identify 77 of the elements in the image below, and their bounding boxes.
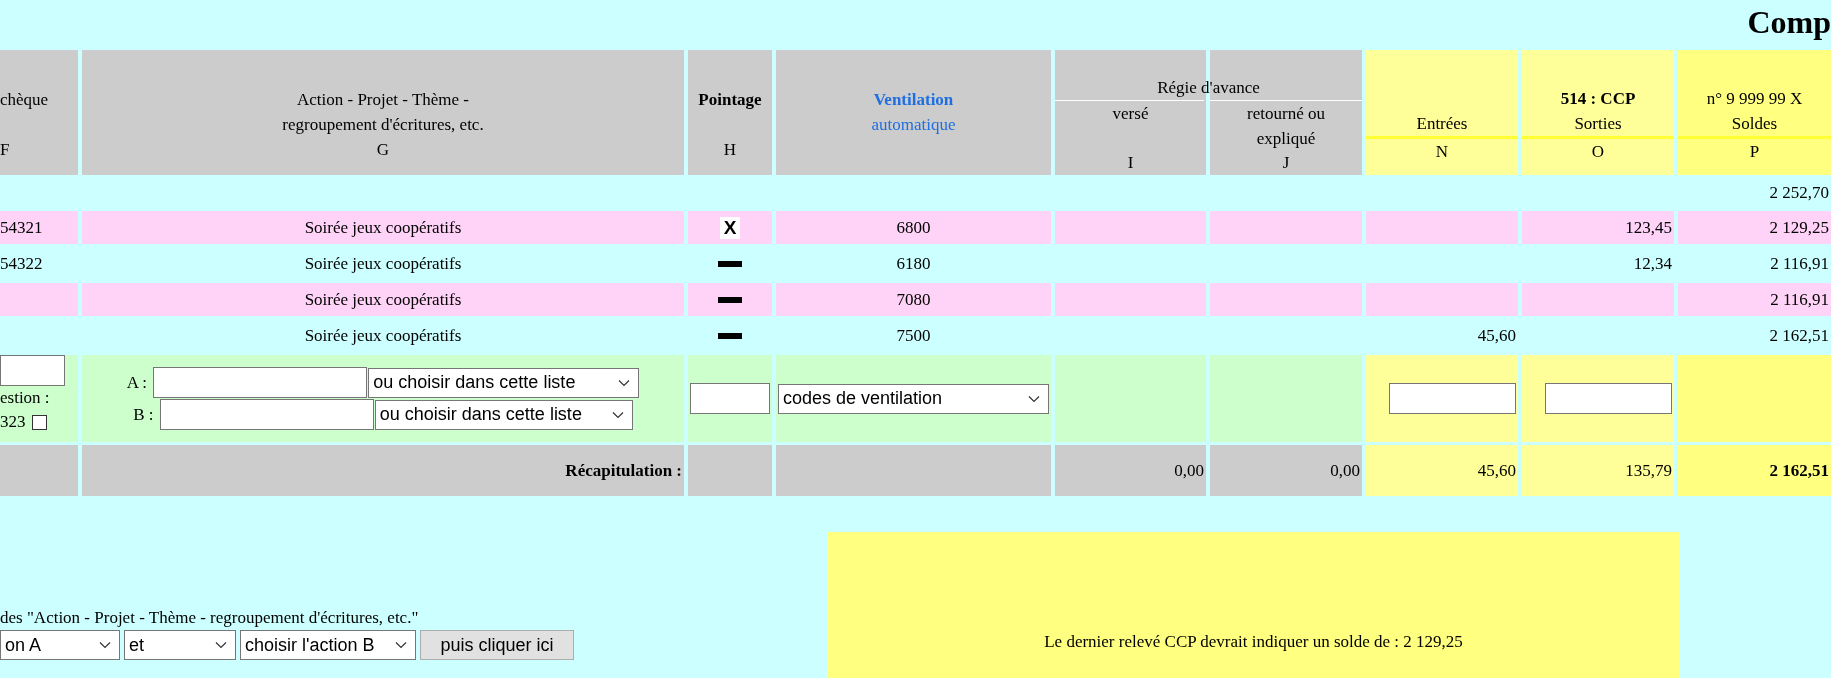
dropdown[interactable]: choisir l'action B bbox=[240, 630, 416, 660]
notice-text: Le dernier relevé CCP devrait indiquer un solde de : 2 129,25 bbox=[1044, 632, 1463, 652]
chevron-down-icon bbox=[215, 641, 227, 649]
dropdown[interactable]: ou choisir dans cette liste bbox=[368, 367, 640, 398]
input-field[interactable] bbox=[153, 367, 368, 398]
summary-label: Récapitulation : bbox=[82, 445, 684, 496]
submit-button[interactable]: puis cliquer ici bbox=[420, 630, 574, 660]
table-cell-text: Soirée jeux coopératifs bbox=[303, 324, 463, 347]
table-cell-text: Soirée jeux coopératifs bbox=[303, 252, 463, 275]
summary-cell: 45,60 bbox=[1366, 445, 1518, 496]
input-field[interactable] bbox=[690, 383, 770, 414]
column-header: regroupement d'écritures, etc. bbox=[282, 114, 484, 136]
column-header: Action - Projet - Thème - bbox=[297, 89, 469, 111]
column-letter: J bbox=[1282, 152, 1290, 174]
column-subheader: retourné ou expliqué bbox=[1246, 103, 1326, 150]
input-field[interactable] bbox=[0, 355, 65, 386]
column-subheader: versé bbox=[1112, 103, 1149, 125]
table-cell: 123,45 bbox=[1522, 211, 1674, 244]
table-cell: 54321 bbox=[0, 211, 78, 244]
column-subheader: Soldes bbox=[1730, 113, 1779, 135]
column-subheader: Entrées bbox=[1415, 113, 1469, 135]
column-subheader: Sorties bbox=[1573, 113, 1623, 135]
summary-cell: 0,00 bbox=[1210, 445, 1362, 496]
input-field[interactable] bbox=[1389, 383, 1516, 414]
table-cell-text: 2 162,51 bbox=[1768, 324, 1830, 347]
checkbox[interactable] bbox=[31, 414, 47, 430]
chevron-down-icon bbox=[99, 641, 111, 649]
summary-cell: 135,79 bbox=[1522, 445, 1674, 496]
table-cell-text: 54322 bbox=[0, 252, 44, 275]
input-field[interactable] bbox=[1545, 383, 1672, 414]
table-cell-text: 2 116,91 bbox=[1769, 252, 1830, 275]
table-cell-text: 45,60 bbox=[1476, 324, 1517, 347]
column-letter: H bbox=[723, 139, 737, 161]
table-cell: 6800 bbox=[776, 211, 1051, 244]
column-header: Ventilation bbox=[873, 89, 954, 111]
column-letter: I bbox=[1127, 152, 1134, 174]
table-cell-text: 2 252,70 bbox=[1768, 182, 1830, 204]
chevron-down-icon bbox=[618, 378, 631, 387]
dropdown[interactable]: et bbox=[124, 630, 236, 660]
table-cell-text: 6180 bbox=[895, 252, 932, 275]
column-header: chèque bbox=[0, 89, 49, 111]
chevron-down-icon bbox=[611, 410, 624, 419]
account-code: 514 : CCP bbox=[1559, 88, 1637, 110]
page-title: Comp bbox=[1747, 3, 1831, 42]
dash-mark bbox=[718, 332, 742, 339]
dropdown[interactable]: codes de ventilation bbox=[778, 383, 1049, 414]
table-cell-text: 12,34 bbox=[1632, 252, 1673, 275]
summary-cell: 2 162,51 bbox=[1678, 445, 1831, 496]
column-header: Régie d'avance bbox=[1156, 77, 1261, 99]
chevron-down-icon bbox=[395, 641, 407, 649]
field-label: 323 bbox=[0, 411, 26, 433]
column-letter: F bbox=[0, 139, 10, 161]
column-letter: G bbox=[376, 139, 390, 161]
field-label: estion : bbox=[0, 387, 50, 409]
table-cell: 2 116,91 bbox=[1678, 283, 1831, 316]
dash-mark bbox=[718, 296, 742, 303]
table-cell: Soirée jeux coopératifs bbox=[82, 283, 684, 316]
filter-instruction: des "Action - Projet - Thème - regroupement d'écritures, etc." bbox=[0, 608, 420, 628]
column-header: Pointage bbox=[698, 89, 762, 111]
dash-mark bbox=[718, 260, 742, 267]
table-cell-text: 7500 bbox=[895, 324, 932, 347]
dropdown[interactable]: ou choisir dans cette liste bbox=[374, 399, 633, 430]
chevron-down-icon bbox=[1028, 394, 1040, 403]
column-letter: O bbox=[1590, 141, 1606, 163]
account-number: n° 9 999 99 X bbox=[1705, 88, 1804, 110]
table-cell: 2 129,25 bbox=[1678, 211, 1831, 244]
column-letter: P bbox=[1748, 141, 1761, 163]
table-cell: 7080 bbox=[776, 283, 1051, 316]
input-field[interactable] bbox=[159, 399, 374, 430]
column-subheader: automatique bbox=[871, 114, 956, 136]
table-cell: Soirée jeux coopératifs bbox=[82, 211, 684, 244]
column-letter: N bbox=[1434, 141, 1450, 163]
x-mark: X bbox=[720, 216, 740, 239]
dropdown[interactable]: on A bbox=[0, 630, 120, 660]
field-label: A : bbox=[126, 372, 148, 393]
field-label: B : bbox=[133, 404, 154, 425]
summary-cell: 0,00 bbox=[1055, 445, 1206, 496]
